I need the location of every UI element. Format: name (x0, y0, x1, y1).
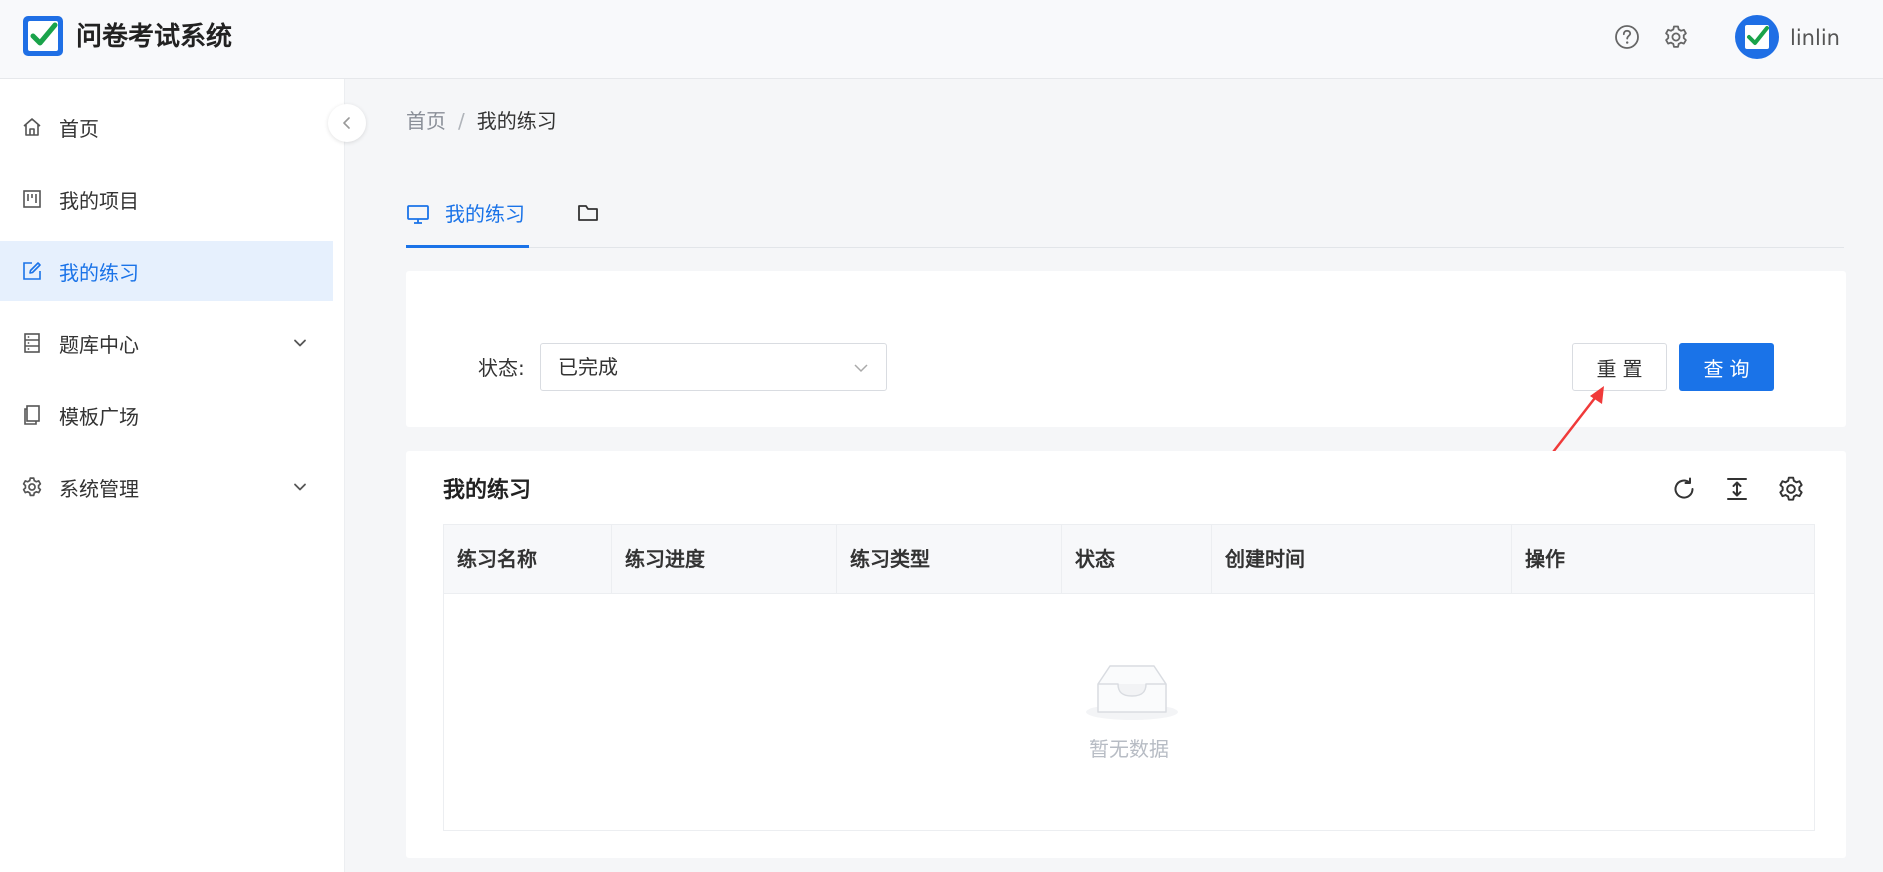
sidebar-item-label: 我的练习 (59, 260, 139, 285)
chevron-left-icon (343, 117, 350, 129)
tab-label: 我的练习 (445, 202, 525, 226)
sidebar-item-system[interactable]: 系统管理 (0, 457, 333, 517)
sidebar: 首页 我的项目 我的练习 题库中心 模板广场 系统管理 (0, 79, 345, 872)
chevron-down-icon (854, 364, 868, 373)
table-header: 练习名称 练习进度 练习类型 状态 创建时间 操作 (444, 525, 1814, 594)
sidebar-item-label: 我的项目 (59, 188, 139, 213)
refresh-icon[interactable] (1670, 475, 1698, 503)
sidebar-item-my-practice[interactable]: 我的练习 (0, 241, 333, 301)
sidebar-item-projects[interactable]: 我的项目 (0, 169, 333, 229)
chevron-down-icon (294, 339, 306, 347)
sidebar-item-label: 题库中心 (59, 332, 139, 357)
annotation-arrow-icon (1548, 386, 1604, 458)
sidebar-collapse-button[interactable] (328, 104, 366, 142)
empty-inbox-icon (1086, 665, 1178, 720)
tab-bar: 我的练习 (406, 190, 1844, 248)
column-header[interactable]: 创建时间 (1211, 525, 1511, 594)
avatar[interactable] (1735, 15, 1779, 59)
database-icon (24, 333, 40, 353)
project-icon (23, 190, 41, 208)
column-header[interactable]: 操作 (1511, 525, 1814, 594)
status-select-value: 已完成 (558, 355, 618, 379)
query-button[interactable]: 查询 (1679, 343, 1774, 391)
logo-icon (23, 16, 63, 56)
breadcrumb-separator: / (458, 109, 465, 133)
sidebar-item-home[interactable]: 首页 (0, 97, 333, 157)
tab-my-practice[interactable]: 我的练习 (406, 190, 529, 248)
sidebar-item-templates[interactable]: 模板广场 (0, 385, 333, 445)
empty-text: 暂无数据 (1089, 737, 1169, 761)
home-icon (23, 118, 41, 136)
status-label: 状态: (478, 356, 525, 380)
sidebar-item-label: 模板广场 (59, 404, 139, 429)
breadcrumb-home[interactable]: 首页 (406, 109, 446, 133)
breadcrumb-current: 我的练习 (476, 109, 557, 133)
settings-icon[interactable] (1777, 475, 1805, 503)
table-card: 我的练习 练习名称 练习进度 练习类型 状态 创建时间 操作 暂无数据 (406, 451, 1846, 858)
filter-card: 状态: 已完成 重置 查询 (406, 271, 1846, 427)
gear-icon (22, 477, 42, 497)
username[interactable]: linlin (1790, 24, 1840, 52)
column-header[interactable]: 练习进度 (611, 525, 836, 594)
breadcrumb: 首页 / 我的练习 (406, 107, 557, 135)
column-header[interactable]: 练习类型 (836, 525, 1061, 594)
column-height-icon[interactable] (1723, 475, 1751, 503)
help-icon[interactable] (1614, 24, 1640, 50)
app-title: 问卷考试系统 (76, 22, 233, 52)
template-icon (24, 405, 40, 425)
sidebar-item-label: 首页 (59, 116, 99, 141)
chevron-down-icon (294, 483, 306, 491)
folder-icon[interactable] (576, 202, 600, 224)
status-select[interactable]: 已完成 (540, 343, 887, 391)
column-header[interactable]: 状态 (1061, 525, 1211, 594)
avatar-logo-icon (1745, 25, 1769, 49)
sidebar-item-label: 系统管理 (59, 476, 139, 501)
top-header: 问卷考试系统 linlin (0, 0, 1883, 79)
column-header[interactable]: 练习名称 (444, 525, 611, 594)
monitor-icon (407, 205, 429, 224)
data-table: 练习名称 练习进度 练习类型 状态 创建时间 操作 暂无数据 (443, 524, 1815, 831)
gear-icon[interactable] (1663, 24, 1689, 50)
table-title: 我的练习 (443, 478, 532, 503)
edit-icon (23, 262, 41, 280)
sidebar-item-question-bank[interactable]: 题库中心 (0, 313, 333, 373)
